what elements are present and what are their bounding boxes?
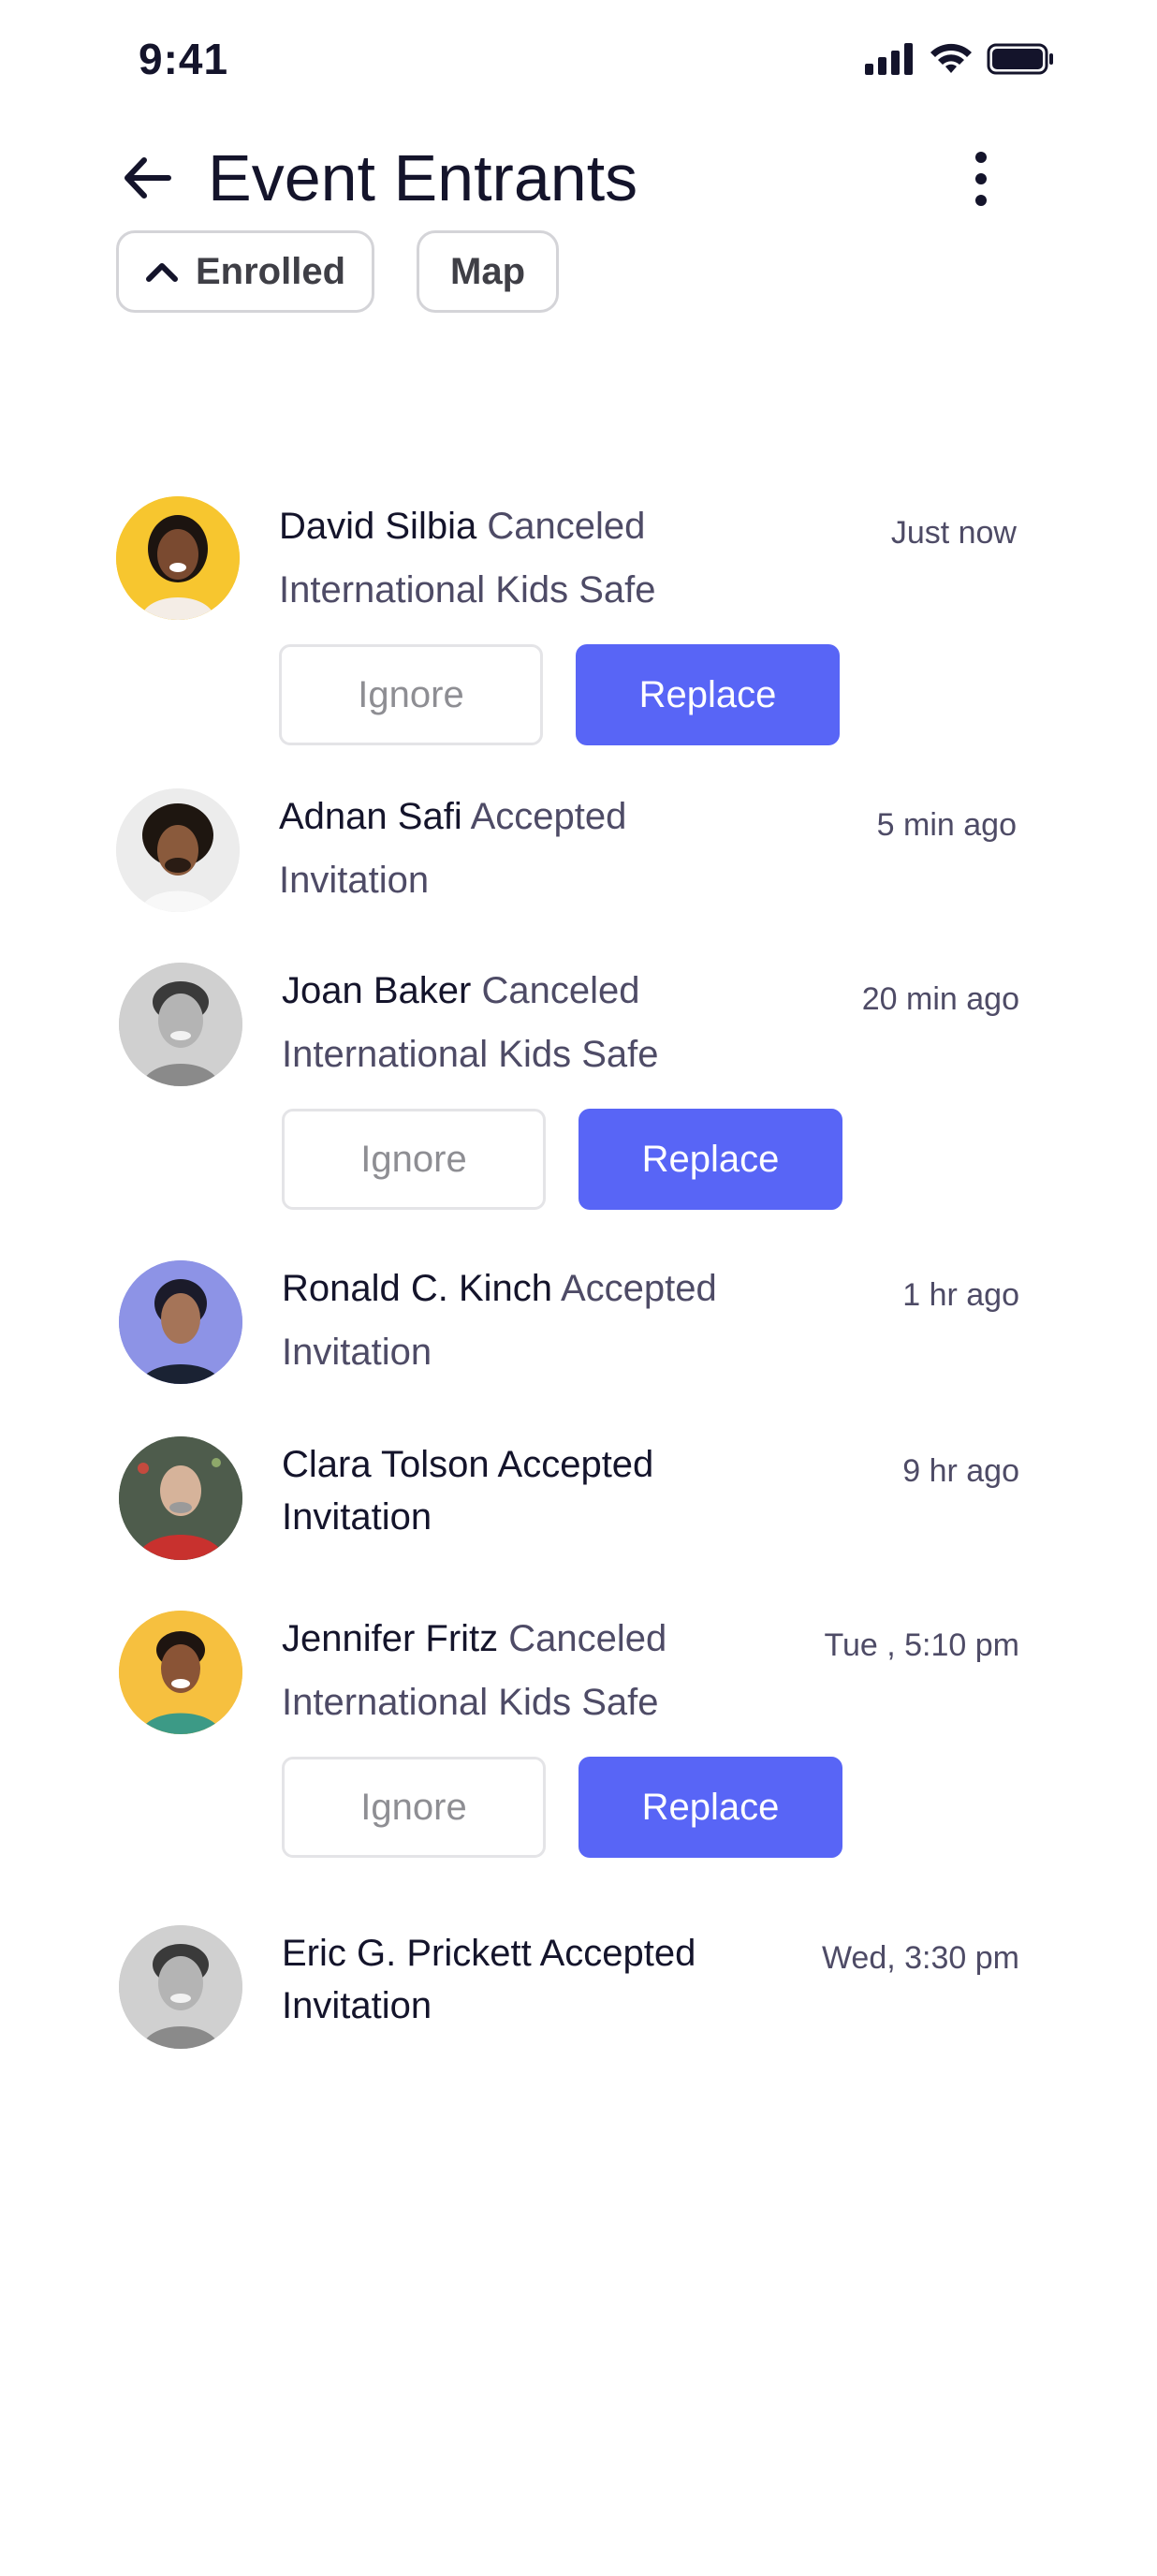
person-avatar-icon <box>119 1260 242 1384</box>
person-avatar-icon <box>116 496 240 620</box>
entrant-status: Accepted <box>470 796 627 837</box>
item-timestamp: Wed, 3:30 pm <box>821 1940 1019 1976</box>
item-timestamp: 5 min ago <box>876 807 1017 843</box>
entrant-headline: Adnan Safi Accepted <box>279 796 626 838</box>
avatar <box>116 496 240 620</box>
avatar <box>119 963 242 1086</box>
map-filter-chip[interactable]: Map <box>417 230 559 313</box>
person-avatar-icon <box>116 788 240 912</box>
battery-icon <box>987 43 1053 75</box>
chevron-up-icon <box>145 263 178 282</box>
avatar <box>119 1260 242 1384</box>
enrolled-label: Enrolled <box>195 250 346 292</box>
entrant-name: David Silbia <box>279 506 477 547</box>
entrant-headline: Joan Baker Canceled <box>282 970 639 1012</box>
map-label: Map <box>450 250 525 292</box>
entrant-detail: Invitation <box>282 1332 432 1373</box>
entrant-detail: Invitation <box>282 1496 432 1538</box>
entrant-detail: International Kids Safe <box>282 1034 659 1075</box>
replace-button[interactable]: Replace <box>578 1109 842 1210</box>
entrant-headline: Ronald C. Kinch Accepted <box>282 1268 717 1310</box>
avatar <box>119 1925 242 2049</box>
entrant-detail: Invitation <box>279 860 430 901</box>
person-avatar-icon <box>119 1925 242 2049</box>
entrant-detail: International Kids Safe <box>282 1682 659 1723</box>
back-arrow-icon[interactable] <box>120 150 176 206</box>
entrant-status: Canceled <box>481 970 640 1011</box>
ignore-button[interactable]: Ignore <box>282 1757 546 1858</box>
entrant-status: Accepted <box>539 1933 696 1974</box>
replace-button[interactable]: Replace <box>576 644 840 745</box>
person-avatar-icon <box>119 1611 242 1734</box>
replace-button[interactable]: Replace <box>578 1757 842 1858</box>
person-avatar-icon <box>119 1436 242 1560</box>
status-icons <box>865 43 1054 75</box>
more-options-icon[interactable] <box>964 150 998 208</box>
wifi-icon <box>930 43 972 73</box>
entrant-detail: Invitation <box>282 1985 432 2026</box>
page-title: Event Entrants <box>208 141 638 214</box>
avatar <box>119 1436 242 1560</box>
entrant-status: Canceled <box>487 506 646 547</box>
entrant-status: Accepted <box>497 1444 654 1485</box>
ignore-button[interactable]: Ignore <box>279 644 543 745</box>
status-time: 9:41 <box>139 35 229 83</box>
entrant-headline: Eric G. Prickett Accepted <box>282 1933 696 1975</box>
item-timestamp: Just now <box>890 515 1017 551</box>
entrant-name: Eric G. Prickett <box>282 1933 532 1974</box>
entrant-status: Accepted <box>560 1268 717 1309</box>
person-avatar-icon <box>119 963 242 1086</box>
entrant-detail: International Kids Safe <box>279 569 656 611</box>
entrant-name: Ronald C. Kinch <box>282 1268 553 1309</box>
entrant-name: Jennifer Fritz <box>282 1618 499 1659</box>
entrant-status: Canceled <box>508 1618 667 1659</box>
entrant-headline: Clara Tolson Accepted <box>282 1444 653 1486</box>
item-timestamp: 20 min ago <box>861 981 1019 1017</box>
item-timestamp: Tue , 5:10 pm <box>824 1627 1019 1663</box>
entrant-name: Adnan Safi <box>279 796 462 837</box>
signal-icon <box>865 43 913 75</box>
avatar <box>116 788 240 912</box>
item-timestamp: 1 hr ago <box>902 1277 1019 1313</box>
entrant-headline: Jennifer Fritz Canceled <box>282 1618 666 1660</box>
enrolled-filter-chip[interactable]: Enrolled <box>116 230 374 313</box>
avatar <box>119 1611 242 1734</box>
entrant-headline: David Silbia Canceled <box>279 506 645 548</box>
ignore-button[interactable]: Ignore <box>282 1109 546 1210</box>
entrant-name: Clara Tolson <box>282 1444 490 1485</box>
entrant-name: Joan Baker <box>282 970 472 1011</box>
item-timestamp: 9 hr ago <box>902 1453 1019 1489</box>
